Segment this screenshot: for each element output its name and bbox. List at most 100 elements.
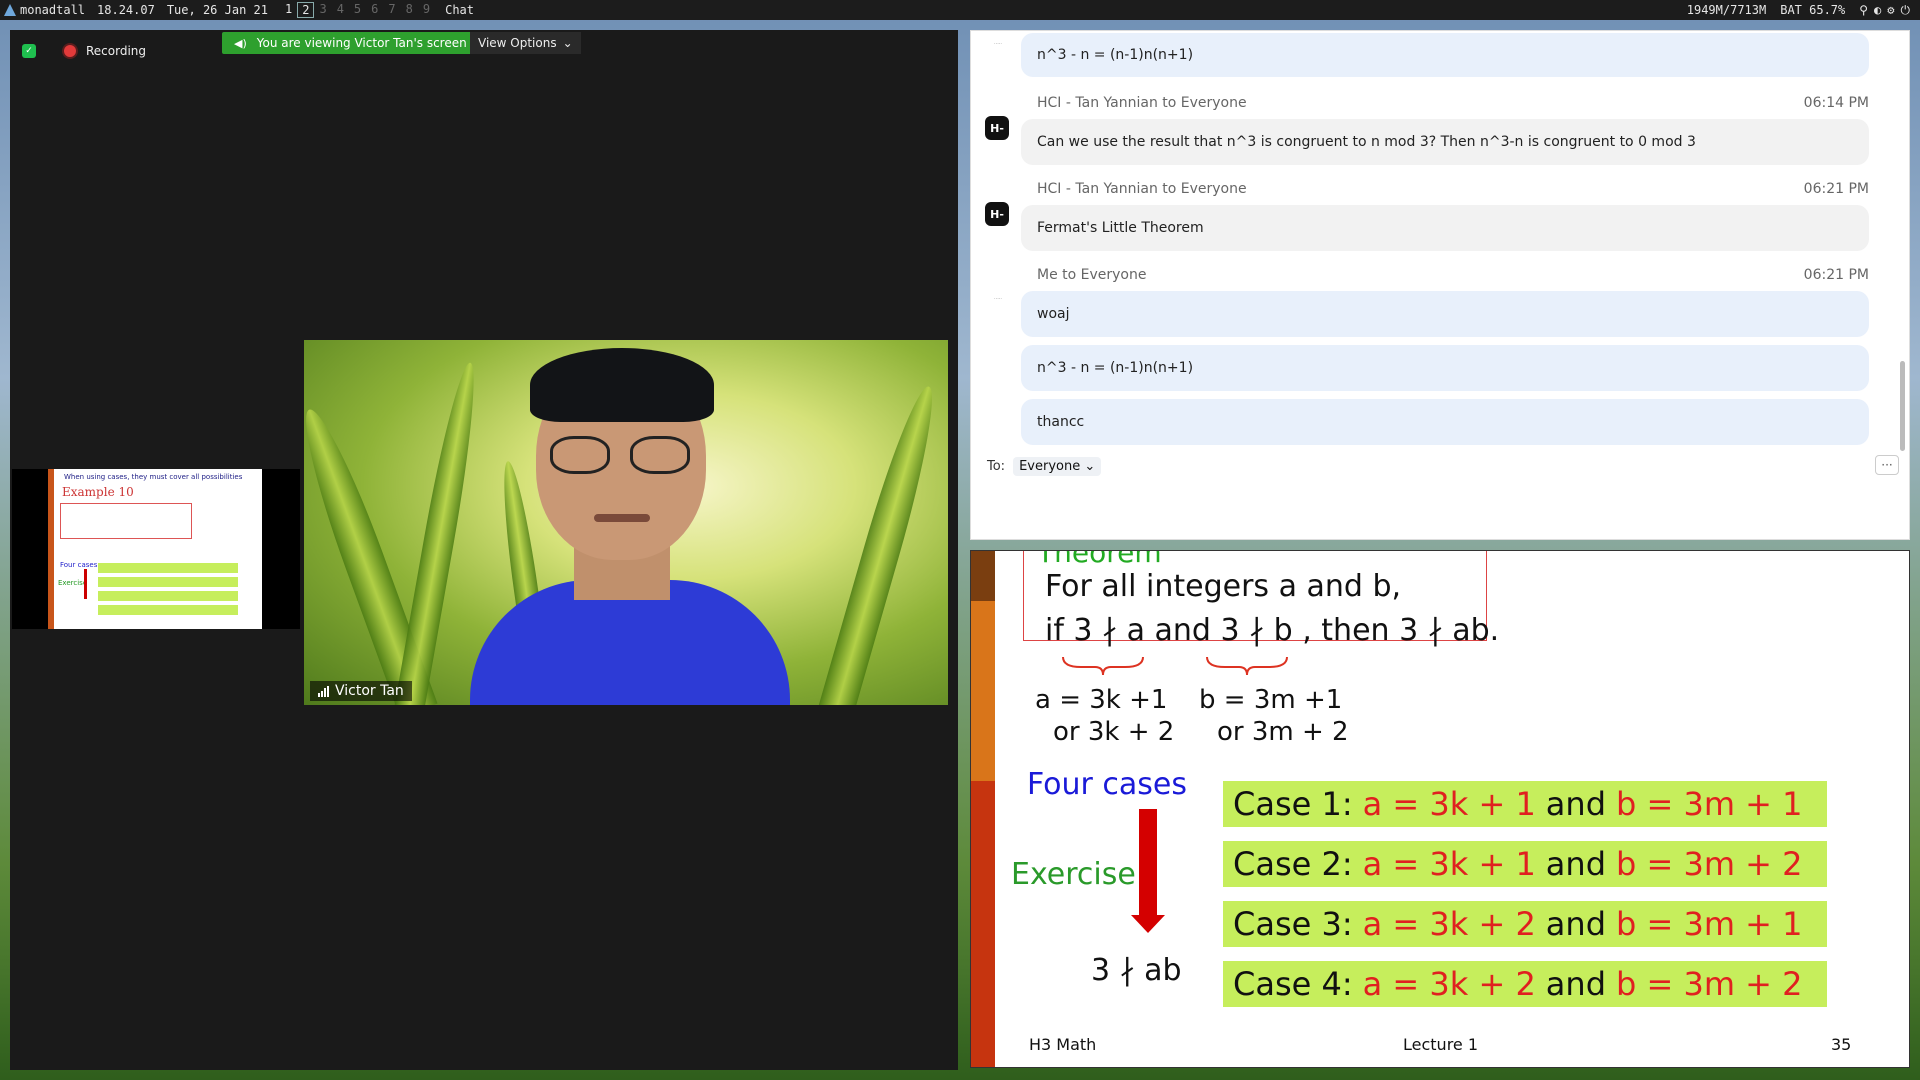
- slide-page-number: 35: [1831, 1035, 1852, 1054]
- chat-time: 06:21 PM: [1803, 181, 1869, 197]
- theorem-line-1: For all integers a and b,: [1045, 569, 1402, 604]
- viewing-banner-text: You are viewing Victor Tan's screen: [256, 36, 467, 50]
- chat-message: Can we use the result that n^3 is congru…: [1021, 119, 1869, 165]
- date: Tue, 26 Jan 21: [166, 3, 268, 17]
- workspace-1[interactable]: 1: [280, 2, 297, 18]
- chat-message: Fermat's Little Theorem: [1021, 205, 1869, 251]
- case-b: b = 3m + 1: [1616, 905, 1803, 943]
- record-dot-icon: [64, 45, 76, 57]
- case-row-4: Case 4: a = 3k + 2 and b = 3m + 2: [1223, 961, 1827, 1007]
- thumbnail-exercise: Exercise: [58, 579, 88, 587]
- case-a: a = 3k + 1: [1362, 785, 1536, 823]
- speaker-nameplate: Victor Tan: [310, 681, 412, 701]
- chat-message-header: HCI - Tan Yannian to Everyone 06:14 PM: [1037, 95, 1869, 111]
- chat-scrollbar[interactable]: [1900, 361, 1905, 451]
- slide-stripe: [971, 781, 995, 1067]
- workspace-8[interactable]: 8: [401, 2, 418, 18]
- thumbnail-case-1: [98, 563, 238, 573]
- chat-message: n^3 - n = (n-1)n(n+1): [1021, 33, 1869, 77]
- slide-stripe: [971, 601, 995, 781]
- theorem-title: Theorem: [1037, 550, 1162, 569]
- workspace-5[interactable]: 5: [349, 2, 366, 18]
- more-options-button[interactable]: ···: [1875, 455, 1899, 475]
- down-arrow-head: [1131, 915, 1165, 933]
- thumbnail-title: Example 10: [62, 485, 134, 499]
- workspace-3[interactable]: 3: [314, 2, 331, 18]
- chat-message: thancc: [1021, 399, 1869, 445]
- to-label: To:: [987, 459, 1006, 474]
- grass-blade: [817, 381, 947, 705]
- recording-label: Recording: [86, 44, 147, 58]
- workspace-4[interactable]: 4: [332, 2, 349, 18]
- chat-panel: ····· n^3 - n = (n-1)n(n+1) HCI - Tan Ya…: [970, 30, 1910, 540]
- avatar: ·····: [994, 296, 1002, 302]
- four-cases-label: Four cases: [1027, 767, 1188, 802]
- chat-time: 06:14 PM: [1803, 95, 1869, 111]
- grass-blade: [392, 360, 486, 705]
- speaker-icon: ◀): [234, 36, 247, 50]
- avatar: ·····: [994, 41, 1002, 47]
- brace-a: [1062, 656, 1144, 676]
- speaker-video[interactable]: Victor Tan: [304, 340, 948, 705]
- view-options-button[interactable]: View Options ⌄: [470, 32, 581, 54]
- case-label: Case 3:: [1233, 905, 1353, 943]
- case-a: a = 3k + 2: [1362, 965, 1536, 1003]
- chat-time: 06:21 PM: [1803, 267, 1869, 283]
- exercise-label: Exercise: [1011, 857, 1136, 892]
- case-a: a = 3k + 2: [1362, 905, 1536, 943]
- slide-footer-left: H3 Math: [1029, 1035, 1097, 1054]
- case-b: b = 3m + 1: [1616, 785, 1803, 823]
- workspace-6[interactable]: 6: [366, 2, 383, 18]
- viewing-banner: ◀) You are viewing Victor Tan's screen: [222, 32, 477, 54]
- case-and: and: [1545, 845, 1606, 883]
- tray-icons: ⚲◐⚙⏻: [1859, 2, 1916, 17]
- presentation-slide: Theorem For all integers a and b, if 3 ∤…: [970, 550, 1910, 1068]
- chat-message: n^3 - n = (n-1)n(n+1): [1021, 345, 1869, 391]
- case-label: Case 4:: [1233, 965, 1353, 1003]
- chat-sender: HCI - Tan Yannian to Everyone: [1037, 181, 1247, 197]
- brace-b: [1206, 656, 1288, 676]
- avatar: H-: [985, 116, 1009, 140]
- b-form-2: or 3m + 2: [1217, 717, 1349, 747]
- case-and: and: [1545, 905, 1606, 943]
- case-label: Case 1:: [1233, 785, 1353, 823]
- thumbnail-arrow: [84, 569, 87, 599]
- thumbnail-case-4: [98, 605, 238, 615]
- chevron-down-icon: ⌄: [562, 36, 573, 50]
- workspace-2[interactable]: 2: [297, 2, 315, 18]
- chat-message-header: Me to Everyone 06:21 PM: [1037, 267, 1869, 283]
- chat-message-header: HCI - Tan Yannian to Everyone 06:21 PM: [1037, 181, 1869, 197]
- workspace-7[interactable]: 7: [383, 2, 400, 18]
- shield-icon[interactable]: ✓: [22, 44, 36, 58]
- case-b: b = 3m + 2: [1616, 965, 1803, 1003]
- case-and: and: [1545, 785, 1606, 823]
- recipient-row: To: Everyone ⌄: [987, 457, 1102, 476]
- person-hair: [530, 348, 714, 422]
- glasses-left: [550, 436, 610, 474]
- window-title: Chat: [445, 3, 474, 17]
- top-status-bar: monadtall 18.24.07 Tue, 26 Jan 21 1 2 3 …: [0, 0, 1920, 20]
- workspace-9[interactable]: 9: [418, 2, 435, 18]
- case-label: Case 2:: [1233, 845, 1353, 883]
- a-form-1: a = 3k +1: [1035, 685, 1168, 715]
- view-options-label: View Options: [478, 36, 557, 50]
- b-form-1: b = 3m +1: [1199, 685, 1343, 715]
- glasses-right: [630, 436, 690, 474]
- signal-bars-icon: [318, 685, 329, 697]
- chat-sender: HCI - Tan Yannian to Everyone: [1037, 95, 1247, 111]
- recipient-select[interactable]: Everyone ⌄: [1013, 457, 1102, 476]
- recording-indicator: ✓ Recording: [22, 44, 146, 58]
- memory-usage: 1949M/7713M: [1686, 3, 1767, 17]
- thumbnail-four-cases: Four cases: [60, 561, 98, 569]
- result-label: 3 ∤ ab: [1091, 953, 1182, 988]
- speaker-name: Victor Tan: [335, 683, 404, 699]
- case-and: and: [1545, 965, 1606, 1003]
- avatar: H-: [985, 202, 1009, 226]
- a-form-2: or 3k + 2: [1053, 717, 1175, 747]
- chevron-down-icon: ⌄: [1084, 459, 1096, 474]
- theorem-line-2: if 3 ∤ a and 3 ∤ b , then 3 ∤ ab.: [1045, 613, 1500, 648]
- shared-screen-thumbnail[interactable]: When using cases, they must cover all po…: [12, 469, 300, 629]
- case-row-2: Case 2: a = 3k + 1 and b = 3m + 2: [1223, 841, 1827, 887]
- slide-footer-center: Lecture 1: [1403, 1035, 1479, 1054]
- chat-message: woaj: [1021, 291, 1869, 337]
